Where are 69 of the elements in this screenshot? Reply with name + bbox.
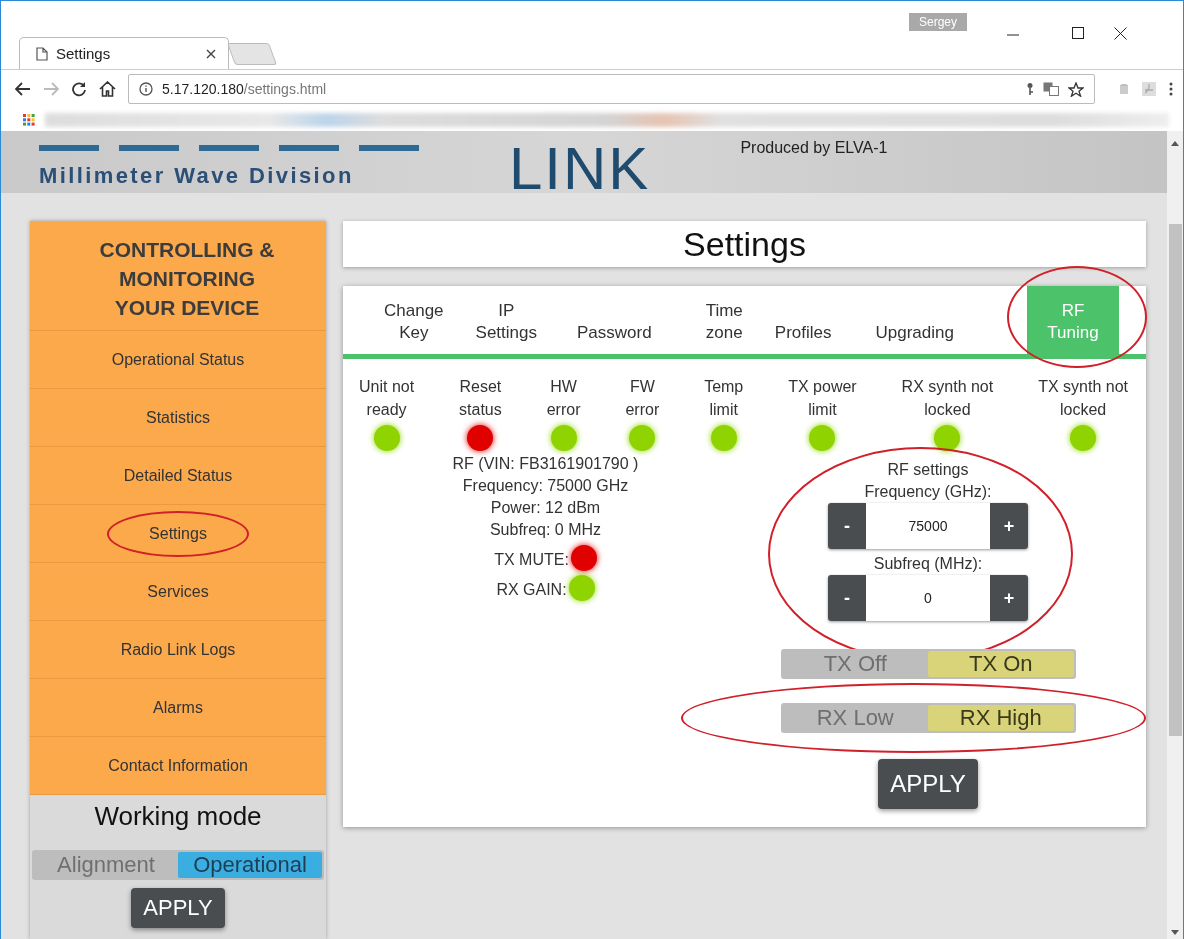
rf-settings-title: RF settings (887, 460, 969, 480)
sidebar-item[interactable]: Radio Link Logs (30, 621, 326, 679)
tab-title: Settings (56, 45, 112, 62)
working-mode-title: Working mode (94, 801, 262, 832)
decrement-button[interactable]: - (828, 503, 866, 549)
star-icon[interactable] (1068, 81, 1084, 97)
settings-tab[interactable]: Profiles (768, 286, 838, 354)
sidebar-item[interactable]: Operational Status (30, 331, 326, 389)
decrement-button[interactable]: - (828, 575, 866, 621)
stepper-label: Subfreq (MHz): (873, 554, 983, 574)
menu-icon[interactable] (1169, 82, 1173, 96)
back-arrow-icon[interactable] (15, 82, 31, 96)
sidebar-item[interactable]: Contact Information (30, 737, 326, 795)
stepper-label: Frequency (GHz): (864, 482, 992, 502)
produced-by-text: Produced by ELVA-1 (740, 139, 888, 157)
division-text: Millimeter Wave Division (39, 163, 355, 189)
scrollbar-thumb[interactable] (1168, 224, 1182, 736)
page-icon (36, 46, 48, 61)
scroll-down-icon[interactable] (1171, 930, 1179, 935)
key-icon[interactable] (1026, 82, 1034, 96)
sidebar-item[interactable]: Statistics (30, 389, 326, 447)
indicator-label: Reset status (459, 377, 502, 420)
rf-info-text: RF (VIN: FB3161901790 ) (452, 454, 639, 474)
apply-button[interactable]: APPLY (131, 888, 225, 928)
address-bar[interactable]: 5.17.120.180/settings.html (128, 74, 1095, 104)
flag-label: TX MUTE: (494, 550, 569, 570)
reload-icon[interactable] (71, 81, 87, 97)
indicator-label: Temp limit (704, 377, 744, 420)
sidebar-item[interactable]: Settings (30, 505, 326, 563)
product-logo-text: LINK (509, 143, 651, 193)
home-icon[interactable] (99, 81, 116, 97)
close-icon[interactable] (206, 48, 216, 59)
sidebar-item[interactable]: Services (30, 563, 326, 621)
translate-icon[interactable] (1043, 82, 1059, 96)
indicator-label: FW error (625, 377, 660, 420)
flag-label: RX GAIN: (496, 580, 567, 600)
settings-tab[interactable]: Upgrading (869, 286, 960, 354)
scrollbar[interactable] (1167, 131, 1183, 939)
browser-tab[interactable]: Settings (19, 37, 229, 69)
rf-info-text: Power: 12 dBm (490, 498, 601, 518)
indicator-label: RX synth not locked (901, 377, 994, 420)
settings-tab[interactable]: Change Key (378, 286, 450, 354)
settings-tab[interactable]: Password (571, 286, 658, 354)
apply-button[interactable]: APPLY (878, 759, 978, 809)
settings-tab[interactable]: IP Settings (469, 286, 543, 354)
sidebar-item[interactable]: Detailed Status (30, 447, 326, 505)
increment-button[interactable]: + (990, 503, 1028, 549)
number-field[interactable]: 0 (866, 575, 990, 621)
indicator-label: Unit not ready (359, 377, 415, 420)
toggle-option[interactable]: RX High (928, 705, 1074, 731)
scroll-up-icon[interactable] (1171, 141, 1179, 146)
rf-info-text: Frequency: 75000 GHz (462, 476, 629, 496)
rf-info-text: Subfreq: 0 MHz (489, 520, 602, 540)
toggle-option[interactable]: TX On (928, 651, 1074, 677)
url-text: 5.17.120.180/settings.html (162, 81, 327, 97)
sidebar-heading: CONTROLLING & MONITORING YOUR DEVICE (30, 221, 326, 331)
sidebar-item[interactable]: Alarms (30, 679, 326, 737)
maximize-icon[interactable] (1072, 27, 1084, 39)
mode-option[interactable]: Operational (178, 852, 322, 878)
indicator-label: TX synth not locked (1038, 377, 1128, 420)
apps-grid-icon[interactable] (23, 113, 35, 126)
settings-tab[interactable]: Time zone (699, 286, 749, 354)
number-field[interactable]: 75000 (866, 503, 990, 549)
info-icon[interactable] (139, 82, 153, 96)
indicator-label: HW error (546, 377, 581, 420)
page-title: Settings (343, 221, 1146, 267)
close-icon[interactable] (1114, 27, 1127, 40)
increment-button[interactable]: + (990, 575, 1028, 621)
indicator-label: TX power limit (788, 377, 857, 420)
